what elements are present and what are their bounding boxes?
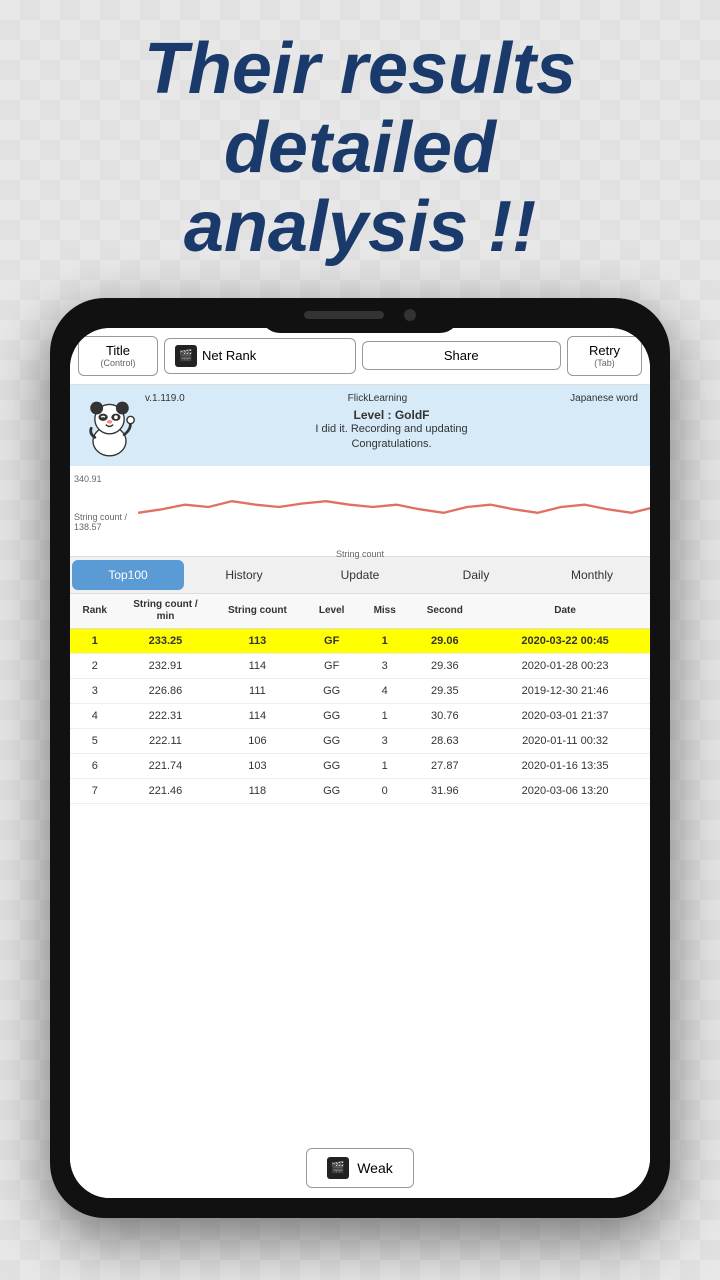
table-container: Rank String count / min String count Lev… — [70, 594, 650, 1138]
weak-section: 🎬 Weak — [70, 1138, 650, 1198]
tab-daily[interactable]: Daily — [420, 560, 532, 590]
chart-y-labels: 340.91 String count / 138.57 — [74, 474, 127, 532]
info-message: I did it. Recording and updatingCongratu… — [145, 422, 638, 453]
table-row: 3226.86111GG429.352019-12-30 21:46 — [70, 678, 650, 703]
table-row: 7221.46118GG031.962020-03-06 13:20 — [70, 778, 650, 803]
title-button[interactable]: Title (Control) — [78, 336, 158, 376]
phone-notch — [260, 298, 460, 333]
retry-button[interactable]: Retry (Tab) — [567, 336, 642, 376]
tab-top100[interactable]: Top100 — [72, 560, 184, 590]
headline-text: Their results detailed analysis !! — [40, 30, 680, 268]
speaker — [304, 311, 384, 319]
netrank-button[interactable]: 🎬 Net Rank — [164, 338, 356, 374]
panda-icon — [82, 393, 137, 458]
tab-bar: Top100 History Update Daily Monthly — [70, 556, 650, 594]
tab-monthly[interactable]: Monthly — [536, 560, 648, 590]
weak-icon: 🎬 — [327, 1157, 349, 1179]
app-content: Title (Control) 🎬 Net Rank Share Retry (… — [70, 328, 650, 1198]
table-row: 1233.25113GF129.062020-03-22 00:45 — [70, 628, 650, 653]
table-row: 4222.31114GG130.762020-03-01 21:37 — [70, 703, 650, 728]
netrank-icon: 🎬 — [175, 345, 197, 367]
share-button[interactable]: Share — [362, 341, 562, 370]
table-header-row: Rank String count / min String count Lev… — [70, 594, 650, 629]
tab-update[interactable]: Update — [304, 560, 416, 590]
header-rank: Rank — [70, 594, 120, 629]
header-miss: Miss — [360, 594, 410, 629]
table-row: 5222.11106GG328.632020-01-11 00:32 — [70, 728, 650, 753]
info-meta: v.1.119.0 FlickLearning Japanese word — [145, 393, 638, 404]
table-row: 6221.74103GG127.872020-01-16 13:35 — [70, 753, 650, 778]
tab-history[interactable]: History — [188, 560, 300, 590]
header-date: Date — [480, 594, 650, 629]
info-top-row: v.1.119.0 FlickLearning Japanese word Le… — [82, 393, 638, 458]
table-body: 1233.25113GF129.062020-03-22 00:452232.9… — [70, 628, 650, 803]
data-table: Rank String count / min String count Lev… — [70, 594, 650, 804]
header-sc: String count — [211, 594, 303, 629]
phone-frame: Title (Control) 🎬 Net Rank Share Retry (… — [50, 298, 670, 1218]
chart-area: 340.91 String count / 138.57 String coun… — [70, 466, 650, 556]
headline-section: Their results detailed analysis !! — [0, 0, 720, 288]
header-sc-min: String count / min — [120, 594, 212, 629]
toolbar: Title (Control) 🎬 Net Rank Share Retry (… — [70, 328, 650, 385]
table-row: 2232.91114GF329.362020-01-28 00:23 — [70, 653, 650, 678]
header-level: Level — [303, 594, 360, 629]
info-right: v.1.119.0 FlickLearning Japanese word Le… — [145, 393, 638, 453]
phone-wrapper: Title (Control) 🎬 Net Rank Share Retry (… — [0, 298, 720, 1218]
chart-svg — [138, 472, 650, 542]
header-second: Second — [409, 594, 480, 629]
camera — [404, 309, 416, 321]
phone-screen: Title (Control) 🎬 Net Rank Share Retry (… — [70, 328, 650, 1198]
weak-button[interactable]: 🎬 Weak — [306, 1148, 414, 1188]
info-level: Level : GoldF — [145, 408, 638, 422]
chart-x-label: String count — [78, 549, 642, 559]
info-bar: v.1.119.0 FlickLearning Japanese word Le… — [70, 385, 650, 466]
